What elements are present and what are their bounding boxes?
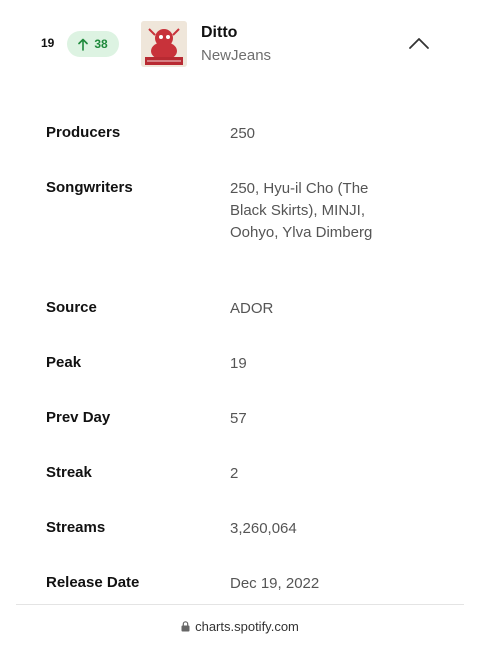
browser-address-bar[interactable]: charts.spotify.com [0,604,480,646]
lock-icon [181,621,190,632]
detail-value: 57 [230,410,247,427]
detail-label: Songwriters [46,179,133,196]
detail-value: 250, Hyu-il Cho (The Black Skirts), MINJ… [230,180,373,241]
detail-value: 2 [230,465,239,482]
detail-label: Prev Day [46,409,111,426]
detail-value: ADOR [230,300,274,317]
detail-label: Source [46,299,97,316]
arrow-up-icon [78,38,89,51]
detail-value: 3,260,064 [230,520,297,537]
divider [16,604,464,605]
detail-label: Peak [46,354,82,371]
url-text[interactable]: charts.spotify.com [195,619,299,634]
url-display[interactable]: charts.spotify.com [0,619,480,634]
detail-label: Release Date [46,574,140,591]
chart-rank: 19 [41,36,55,50]
detail-label: Streams [46,519,106,536]
rank-change-value: 38 [94,37,108,51]
track-row-header[interactable]: 19 38 Ditto NewJeans [0,0,480,90]
detail-label: Streak [46,464,92,481]
detail-value: 19 [230,355,247,372]
detail-value: Dec 19, 2022 [230,575,320,592]
detail-value: 250 [230,125,256,142]
album-cover [141,21,187,67]
chevron-up-icon[interactable] [408,36,430,50]
track-artist[interactable]: NewJeans [201,47,271,64]
detail-label: Producers [46,124,121,141]
track-title[interactable]: Ditto [201,24,237,42]
rank-change-badge: 38 [67,31,119,57]
